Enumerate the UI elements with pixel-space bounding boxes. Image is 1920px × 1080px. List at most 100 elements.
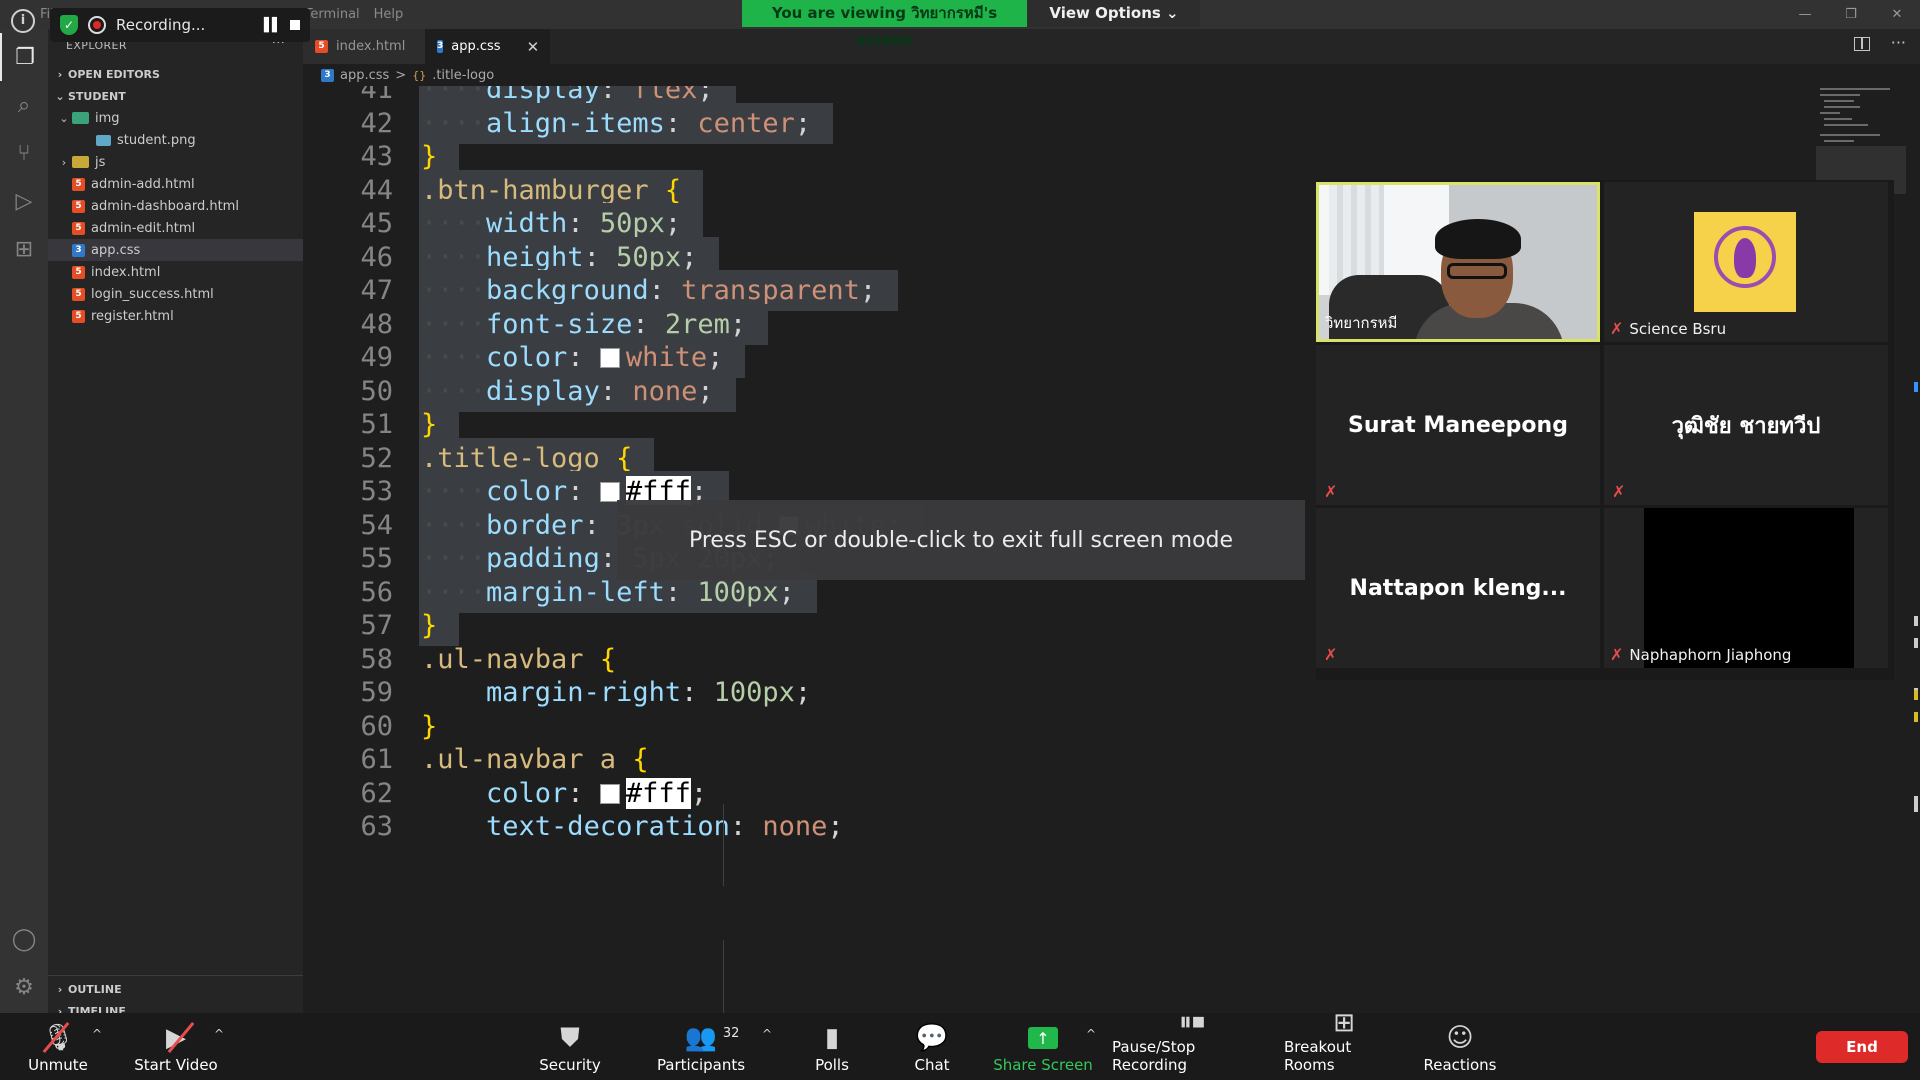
audio-options-caret[interactable]: ^ [92, 1027, 102, 1041]
info-icon[interactable]: i [11, 9, 35, 33]
chevron-down-icon: ⌄ [59, 111, 69, 125]
restore-button[interactable]: ❐ [1828, 0, 1874, 29]
file-tree-item[interactable]: 5 admin-dashboard.html [48, 195, 303, 217]
sidebar-divider [48, 975, 303, 976]
file-tree-label: student.png [117, 132, 196, 148]
tab-index-html[interactable]: 5 index.html [303, 29, 425, 64]
html-file-icon: 5 [72, 221, 85, 235]
code-token: : [567, 777, 600, 809]
view-options-button[interactable]: View Options ⌄ [1028, 0, 1200, 27]
code-token: 2rem [664, 308, 730, 340]
file-tree-item[interactable]: 5 admin-edit.html [48, 217, 303, 239]
code-token: 100px [713, 677, 795, 708]
split-editor-icon[interactable] [1854, 37, 1870, 51]
breakout-rooms-grid-icon: ⊞ [1333, 1008, 1355, 1038]
file-tree-item[interactable]: 5 register.html [48, 305, 303, 327]
participant-name: Surat Maneepong [1348, 412, 1568, 438]
file-tree-item[interactable]: 3 app.css [48, 239, 303, 261]
start-video-button[interactable]: ▶ Start Video [130, 1013, 222, 1080]
menu-item-terminal[interactable]: Terminal [305, 7, 360, 22]
share-options-caret[interactable]: ^ [1086, 1027, 1096, 1041]
color-swatch[interactable] [599, 348, 620, 368]
activity-bar: ❐ ⌕ ⑂ ▷ ⊞ ◯ ⚙ [0, 29, 48, 1013]
code-token: ···· [421, 342, 487, 373]
participants-options-caret[interactable]: ^ [762, 1027, 772, 1041]
share-screen-button[interactable]: ↑ Share Screen [990, 1013, 1096, 1080]
code-token: .title-logo [421, 442, 600, 474]
code-token: } [421, 610, 438, 641]
chat-button[interactable]: 💬 Chat [900, 1013, 964, 1080]
pause-recording-button[interactable]: ▌▌ [264, 18, 282, 33]
close-window-button[interactable]: ✕ [1874, 0, 1920, 29]
open-editors-section[interactable]: › OPEN EDITORS [48, 63, 303, 85]
end-meeting-button[interactable]: End [1816, 1031, 1908, 1063]
html-file-icon: 5 [72, 177, 85, 191]
tab-app-css[interactable]: 3 app.css ✕ [425, 29, 550, 64]
indent-guide [723, 940, 724, 1013]
code-token: width [486, 208, 568, 239]
extensions-icon[interactable]: ⊞ [0, 225, 48, 273]
smiley-icon: ☺ [1446, 1023, 1474, 1053]
run-debug-icon[interactable]: ▷ [0, 177, 48, 225]
breadcrumb-symbol[interactable]: .title-logo [432, 68, 494, 83]
editor-more-actions[interactable]: ··· [1891, 33, 1906, 52]
menu-item-help[interactable]: Help [374, 7, 404, 22]
participant-tile-surat[interactable]: Surat Maneepong ✗ [1316, 345, 1600, 505]
account-icon[interactable]: ◯ [0, 915, 48, 963]
file-tree-item[interactable]: 5 index.html [48, 261, 303, 283]
file-tree-item[interactable]: ⌄ img [48, 107, 303, 129]
html-file-icon: 5 [72, 309, 85, 323]
code-token: { [664, 174, 682, 206]
project-folder-section[interactable]: ⌄ STUDENT [48, 85, 303, 107]
color-swatch[interactable] [599, 482, 620, 502]
participant-tile-host[interactable]: วิทยากรหมี [1316, 182, 1600, 342]
participant-tile-nattapon[interactable]: Nattapon kleng... ✗ [1316, 508, 1600, 668]
settings-gear-icon[interactable]: ⚙ [0, 963, 48, 1011]
outline-section[interactable]: › OUTLINE [48, 978, 303, 1000]
code-token: .btn-hamburger [421, 174, 649, 206]
security-button[interactable]: ⛊ Security [530, 1013, 610, 1080]
breakout-rooms-button[interactable]: ⊞ Breakout Rooms [1284, 1008, 1404, 1080]
color-swatch[interactable] [599, 783, 620, 804]
files-icon[interactable]: ❐ [0, 33, 48, 81]
participant-tile-science-bsru[interactable]: ✗ Science Bsru [1604, 182, 1888, 342]
share-screen-arrow-icon: ↑ [1028, 1027, 1058, 1049]
html-file-icon: 5 [72, 265, 85, 279]
video-options-caret[interactable]: ^ [214, 1027, 224, 1041]
chevron-down-icon: ⌄ [55, 89, 65, 103]
code-token: color [486, 342, 568, 373]
code-token: display [486, 375, 600, 407]
close-tab-icon[interactable]: ✕ [527, 38, 540, 56]
file-tree-item[interactable]: student.png [48, 129, 303, 151]
file-tree-label: index.html [91, 264, 161, 280]
pause-stop-recording-label: Pause/Stop Recording [1112, 1038, 1196, 1074]
start-video-label: Start Video [134, 1056, 218, 1074]
pause-stop-recording-button[interactable]: ⏸⏹ Pause/Stop Recording [1112, 1007, 1272, 1080]
stop-recording-button[interactable] [290, 20, 300, 30]
participant-tile-naphaphorn[interactable]: ✗ Naphaphorn Jiaphong [1604, 508, 1888, 668]
unmute-button[interactable]: 🎙 Unmute [20, 1013, 96, 1080]
minimize-button[interactable]: — [1782, 0, 1828, 29]
file-tree-item[interactable]: 5 admin-add.html [48, 173, 303, 195]
breadcrumb-file[interactable]: app.css [340, 68, 389, 83]
code-token: ; [707, 342, 724, 373]
code-token: none [632, 375, 698, 407]
polls-button[interactable]: ▮ Polls [800, 1013, 864, 1080]
fullscreen-exit-notice: Press ESC or double-click to exit full s… [617, 500, 1305, 580]
source-control-icon[interactable]: ⑂ [0, 129, 48, 177]
video-camera-off-icon: ▶ [166, 1020, 186, 1056]
reactions-button[interactable]: ☺ Reactions [1420, 1013, 1500, 1080]
recording-indicator: ✓ Recording... ▌▌ [50, 8, 310, 42]
participant-tile-wuttichai[interactable]: วุฒิชัย ชายทวีป ✗ [1604, 345, 1888, 505]
search-icon[interactable]: ⌕ [0, 81, 48, 129]
code-token: margin-right [486, 677, 682, 708]
participants-button[interactable]: 👥 32 Participants [655, 1013, 747, 1080]
code-token: : [583, 509, 617, 541]
file-tree-item[interactable]: › js [48, 151, 303, 173]
file-tree-item[interactable]: 5 login_success.html [48, 283, 303, 305]
file-tree-label: js [95, 154, 106, 170]
code-token: .ul-navbar a [421, 744, 617, 775]
